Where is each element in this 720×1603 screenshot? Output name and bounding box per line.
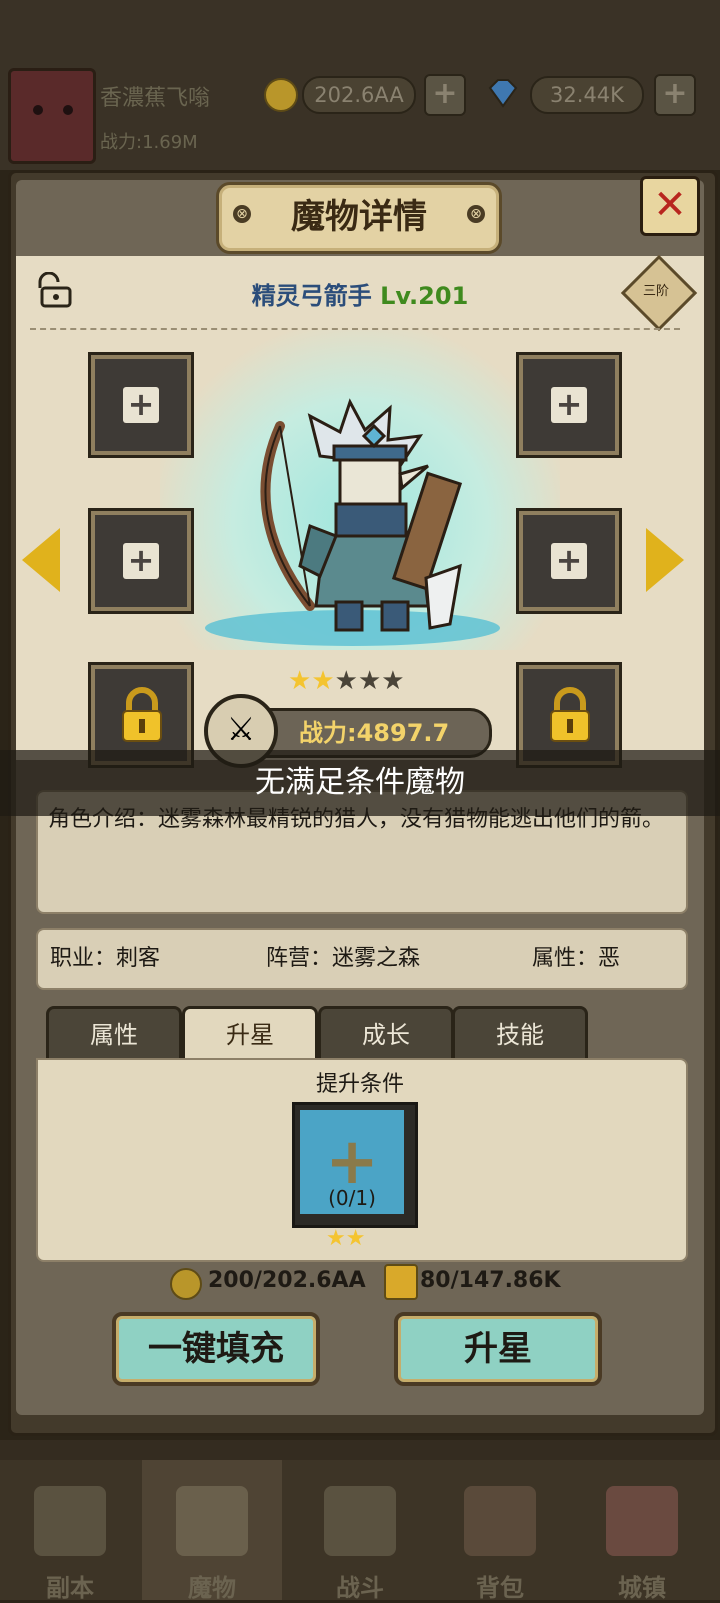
nav-town[interactable]: 城镇 [572, 1460, 712, 1602]
hero-name: 精灵弓箭手 [251, 282, 372, 310]
avatar-eye-left [33, 105, 43, 115]
avatar-eye-right [63, 105, 73, 115]
requirement-stars: ★★ [326, 1226, 365, 1251]
map-icon [34, 1486, 106, 1556]
cost-scroll: 80/147.86K [420, 1268, 561, 1293]
equip-slot-1[interactable]: + [88, 352, 194, 458]
bolt-icon: ⊗ [467, 205, 485, 223]
prev-hero-arrow-icon[interactable] [22, 528, 60, 592]
nav-town-label: 城镇 [618, 1574, 666, 1602]
hero-attribute: 属性：恶 [532, 946, 621, 971]
plus-icon: + [551, 543, 587, 579]
equip-slot-2[interactable]: + [516, 352, 622, 458]
star-rating: ★★★★★ [288, 668, 405, 694]
star-icon-filled: ★ [345, 1226, 366, 1251]
gold-amount: 202.6AA [302, 76, 416, 114]
next-hero-arrow-icon[interactable] [646, 528, 684, 592]
cost-gold: 200/202.6AA [208, 1268, 366, 1293]
equip-slot-3[interactable]: + [88, 508, 194, 614]
scroll-icon [384, 1264, 418, 1300]
equip-slot-4[interactable]: + [516, 508, 622, 614]
shop-icon [606, 1486, 678, 1556]
star-icon-empty: ★ [357, 666, 382, 696]
hero-title: 精灵弓箭手 Lv.201 [0, 276, 720, 311]
toast-message: 无满足条件魔物 [0, 750, 720, 816]
star-icon-filled: ★ [311, 666, 335, 696]
star-up-button[interactable]: 升星 [394, 1312, 602, 1386]
nav-battle[interactable]: 战斗 [290, 1460, 430, 1602]
hero-class: 职业：刺客 [50, 946, 161, 971]
star-icon-empty: ★ [334, 666, 358, 696]
nav-monster-label: 魔物 [188, 1574, 236, 1602]
close-button[interactable]: ✕ [640, 176, 700, 236]
gem-amount: 32.44K [530, 76, 644, 114]
crossed-swords-icon [324, 1486, 396, 1556]
nav-backpack-label: 背包 [476, 1574, 524, 1602]
requirement-title: 提升条件 [315, 1072, 404, 1097]
gem-icon [486, 78, 520, 108]
star-icon-filled: ★ [288, 666, 312, 696]
autofill-button[interactable]: 一键填充 [112, 1312, 320, 1386]
player-power: 战力:1.69M [100, 132, 198, 153]
gold-coin-icon [264, 78, 298, 112]
avatar[interactable] [8, 68, 96, 164]
tab-skills[interactable]: 技能 [452, 1006, 588, 1061]
nav-battle-label: 战斗 [336, 1574, 384, 1602]
title-plate: ⊗ 魔物详情 ⊗ [216, 182, 502, 254]
plus-icon: + [123, 387, 159, 423]
backpack-icon [464, 1486, 536, 1556]
gold-coin-icon [170, 1268, 202, 1300]
padlock-icon [122, 687, 162, 742]
nav-dungeon-label: 副本 [46, 1574, 94, 1602]
plus-icon: + [551, 387, 587, 423]
padlock-icon [550, 687, 590, 742]
player-name: 香濃蕉飞嗡 [100, 86, 211, 111]
tab-attributes[interactable]: 属性 [46, 1006, 182, 1061]
star-icon-empty: ★ [381, 666, 405, 696]
tab-growth[interactable]: 成长 [318, 1006, 454, 1061]
add-gem-button[interactable]: + [654, 74, 696, 116]
panel-title: 魔物详情 [291, 197, 427, 237]
plus-icon: + [123, 543, 159, 579]
add-gold-button[interactable]: + [424, 74, 466, 116]
hero-power: 战力:4897.7 [299, 719, 450, 747]
nav-monster[interactable]: 魔物 [142, 1460, 282, 1602]
tab-star-up[interactable]: 升星 [182, 1006, 318, 1061]
nav-backpack[interactable]: 背包 [430, 1460, 570, 1602]
helmet-icon [176, 1486, 248, 1556]
star-icon-filled: ★ [326, 1226, 346, 1251]
toast-text: 无满足条件魔物 [255, 765, 465, 800]
rank-label: 三阶 [642, 284, 669, 299]
nav-dungeon[interactable]: 副本 [0, 1460, 140, 1602]
requirement-count: (0/1) [328, 1186, 376, 1210]
hero-faction: 阵营：迷雾之森 [266, 946, 421, 971]
elf-archer-sprite [260, 398, 463, 632]
hero-level: Lv.201 [380, 282, 469, 310]
